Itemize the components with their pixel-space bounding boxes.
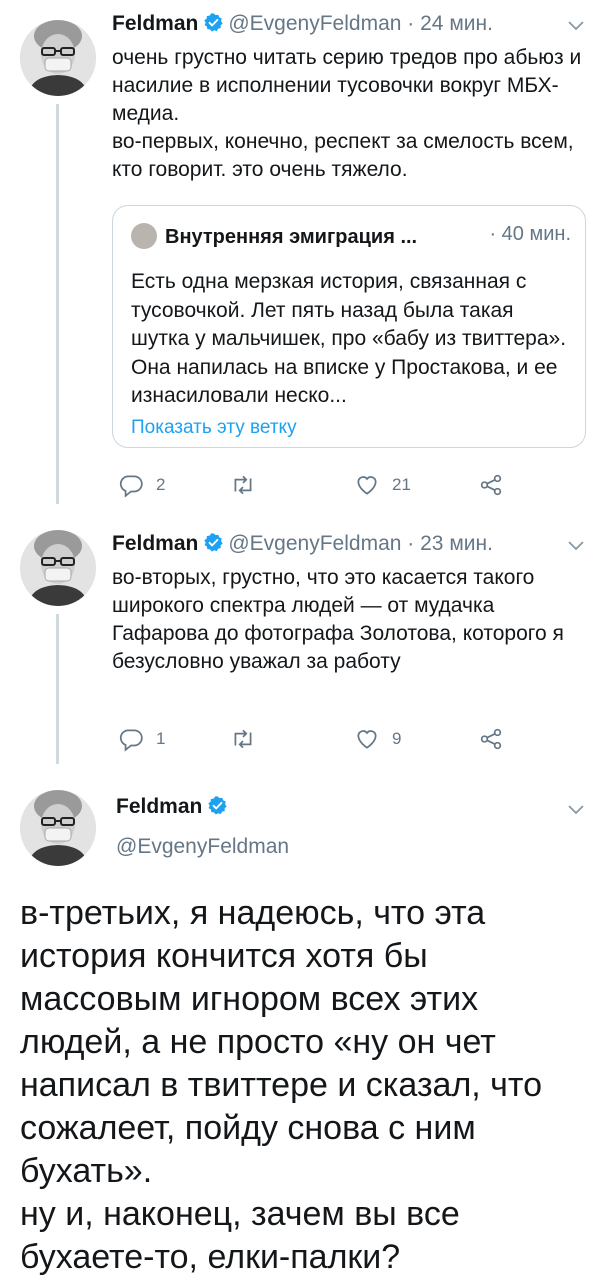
author-name[interactable]: Feldman bbox=[116, 795, 232, 819]
thread-line bbox=[56, 104, 59, 504]
author-handle[interactable]: @EvgenyFeldman bbox=[228, 532, 401, 555]
quoted-tweet-header: Внутренняя эмиграция ... · 40 мин. bbox=[131, 223, 571, 249]
show-thread-link[interactable]: Показать эту ветку bbox=[131, 417, 297, 439]
avatar-image bbox=[20, 790, 96, 866]
retweet-icon bbox=[230, 726, 256, 752]
share-button[interactable] bbox=[478, 726, 516, 752]
share-icon bbox=[478, 726, 504, 752]
avatar[interactable] bbox=[20, 20, 96, 96]
retweet-button[interactable] bbox=[230, 726, 268, 752]
reply-icon bbox=[118, 726, 144, 752]
like-icon bbox=[354, 726, 380, 752]
quoted-avatar bbox=[131, 223, 157, 249]
retweet-icon bbox=[230, 472, 256, 498]
avatar-image bbox=[20, 530, 96, 606]
tweet-text: очень грустно читать серию тредов про аб… bbox=[112, 46, 582, 181]
timestamp[interactable]: 24 мин. bbox=[420, 12, 493, 35]
reply-button[interactable]: 2 bbox=[118, 472, 165, 498]
verified-icon bbox=[203, 12, 224, 33]
author-handle[interactable]: @EvgenyFeldman bbox=[228, 12, 401, 35]
reply-count: 1 bbox=[156, 729, 166, 748]
tweet-header: Feldman @EvgenyFeldman · 24 мин. bbox=[112, 12, 493, 36]
tweet-header: Feldman @EvgenyFeldman · 23 мин. bbox=[112, 532, 493, 556]
tweet-text: в-третьих, я надеюсь, что эта история ко… bbox=[20, 894, 542, 1276]
share-icon bbox=[478, 472, 504, 498]
reply-count: 2 bbox=[156, 475, 166, 494]
chevron-down-icon[interactable] bbox=[567, 20, 585, 32]
separator: · bbox=[407, 12, 415, 35]
like-count: 21 bbox=[392, 475, 411, 494]
chevron-down-icon[interactable] bbox=[567, 540, 585, 552]
author-name[interactable]: Feldman bbox=[112, 12, 198, 35]
retweet-button[interactable] bbox=[230, 472, 268, 498]
chevron-down-icon[interactable] bbox=[567, 804, 585, 816]
like-button[interactable]: 9 bbox=[354, 726, 401, 752]
like-icon bbox=[354, 472, 380, 498]
author-handle[interactable]: @EvgenyFeldman bbox=[116, 835, 289, 859]
avatar[interactable] bbox=[20, 790, 96, 866]
share-button[interactable] bbox=[478, 472, 516, 498]
verified-icon bbox=[207, 795, 228, 816]
separator: · bbox=[407, 532, 415, 555]
author-name[interactable]: Feldman bbox=[112, 532, 198, 555]
avatar[interactable] bbox=[20, 530, 96, 606]
quoted-tweet-text: Есть одна мерзкая история, связанная с т… bbox=[131, 270, 567, 407]
avatar-image bbox=[20, 20, 96, 96]
like-count: 9 bbox=[392, 729, 402, 748]
quoted-timestamp: · 40 мин. bbox=[489, 223, 571, 245]
action-bar: 1 9 bbox=[112, 726, 532, 756]
thread-line bbox=[56, 614, 59, 764]
verified-icon bbox=[203, 532, 224, 553]
action-bar: 2 21 bbox=[112, 472, 532, 502]
like-button[interactable]: 21 bbox=[354, 472, 411, 498]
quoted-author-name: Внутренняя эмиграция ... bbox=[165, 226, 418, 248]
reply-icon bbox=[118, 472, 144, 498]
tweet-text: во-вторых, грустно, что это касается так… bbox=[112, 566, 564, 673]
reply-button[interactable]: 1 bbox=[118, 726, 165, 752]
quoted-tweet[interactable]: Внутренняя эмиграция ... · 40 мин. Есть … bbox=[112, 205, 586, 448]
timestamp[interactable]: 23 мин. bbox=[420, 532, 493, 555]
